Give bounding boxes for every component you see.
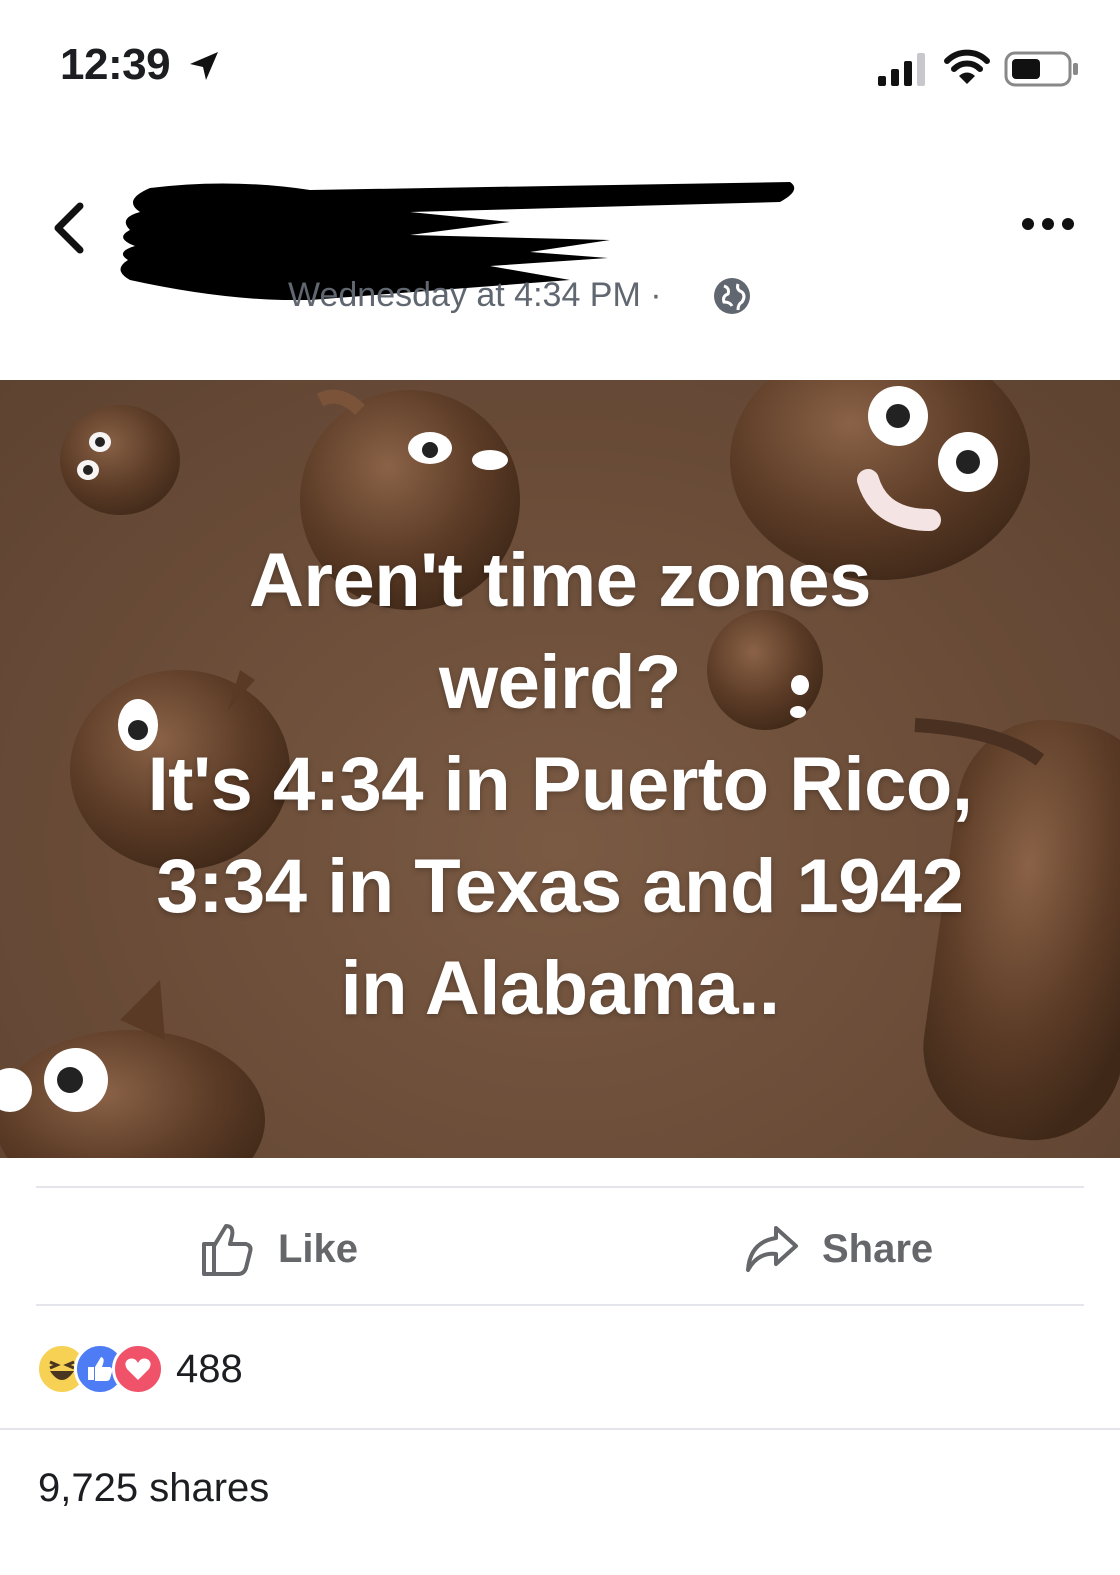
battery-icon <box>1004 51 1078 87</box>
location-arrow-icon <box>190 52 218 80</box>
back-chevron-icon[interactable] <box>48 200 92 256</box>
share-arrow-icon <box>746 1226 798 1272</box>
status-bar: 12:39 <box>0 0 1120 130</box>
love-reaction-icon <box>112 1343 164 1395</box>
thumbs-up-icon <box>202 1224 253 1276</box>
divider <box>36 1186 1084 1188</box>
reaction-count: 488 <box>176 1346 243 1391</box>
reactions-summary[interactable]: 488 <box>36 1343 243 1395</box>
globe-icon <box>714 278 750 314</box>
divider <box>36 1304 1084 1306</box>
share-label: Share <box>822 1226 934 1271</box>
post-text-line: weird? <box>439 640 681 725</box>
post-text-line: Aren't time zones <box>249 538 871 623</box>
post-image[interactable]: Aren't time zones weird? It's 4:34 in Pu… <box>0 380 1120 1158</box>
status-time: 12:39 <box>60 40 171 89</box>
wifi-icon <box>944 49 990 84</box>
share-button[interactable]: Share <box>742 1214 933 1284</box>
post-text-line: 3:34 in Texas and 1942 <box>156 844 964 929</box>
more-options-icon[interactable] <box>1020 212 1076 236</box>
like-button[interactable]: Like <box>198 1214 358 1284</box>
post-timestamp[interactable]: Wednesday at 4:34 PM · <box>288 276 662 315</box>
divider <box>0 1428 1120 1430</box>
post-image-text: Aren't time zones weird? It's 4:34 in Pu… <box>60 530 1060 1040</box>
shares-count[interactable]: 9,725 shares <box>38 1466 269 1511</box>
poop-emoji-top-left <box>60 405 180 515</box>
post-header: Wednesday at 4:34 PM · <box>0 140 1120 360</box>
like-label: Like <box>278 1226 359 1271</box>
post-text-line: in Alabama.. <box>340 946 780 1031</box>
post-text-line: It's 4:34 in Puerto Rico, <box>147 742 973 827</box>
cellular-signal-icon <box>878 53 925 86</box>
